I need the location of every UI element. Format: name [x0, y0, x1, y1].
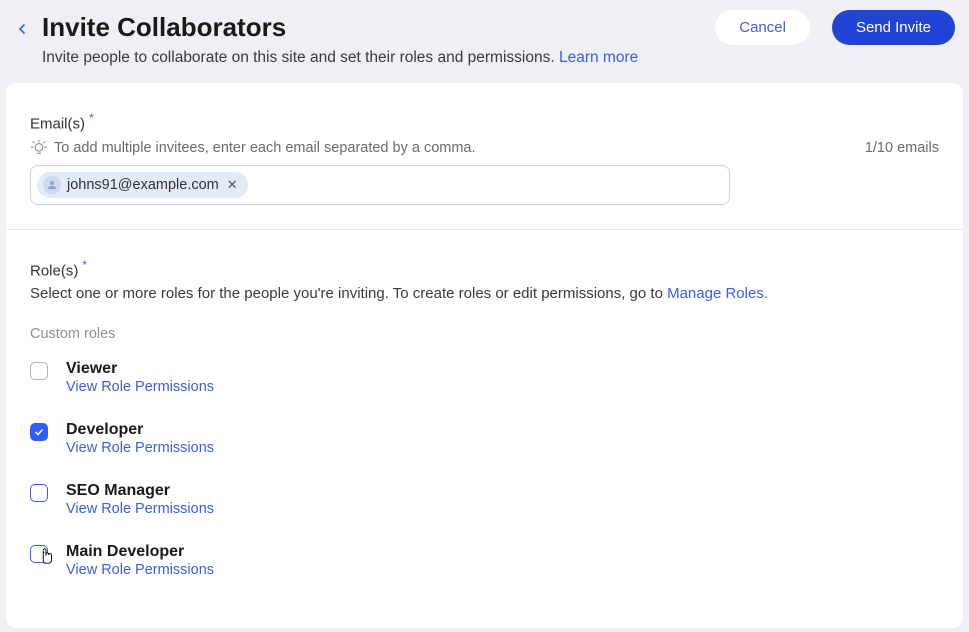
role-name: Main Developer [66, 543, 214, 561]
role-checkbox-developer[interactable] [30, 423, 48, 441]
role-checkbox-viewer[interactable] [30, 362, 48, 380]
manage-roles-link[interactable]: Manage Roles. [667, 285, 768, 302]
role-item-developer: Developer View Role Permissions [30, 421, 939, 456]
role-checkbox-seo-manager[interactable] [30, 484, 48, 502]
cancel-button[interactable]: Cancel [715, 10, 810, 45]
role-name: Developer [66, 421, 214, 439]
emails-counter: 1/10 emails [865, 140, 939, 156]
view-permissions-link[interactable]: View Role Permissions [66, 440, 214, 456]
role-item-seo-manager: SEO Manager View Role Permissions [30, 482, 939, 517]
required-asterisk: * [89, 111, 94, 125]
email-chip: johns91@example.com ✕ [37, 172, 248, 198]
send-invite-button[interactable]: Send Invite [832, 10, 955, 45]
avatar-icon [43, 176, 61, 194]
lightbulb-icon [30, 139, 48, 157]
role-checkbox-main-developer[interactable] [30, 545, 48, 563]
emails-label: Email(s) [30, 115, 85, 132]
page-title: Invite Collaborators [42, 12, 703, 43]
chip-remove-icon[interactable]: ✕ [227, 177, 238, 193]
back-arrow-icon[interactable] [14, 21, 30, 37]
page-subtitle: Invite people to collaborate on this sit… [42, 49, 955, 67]
divider [6, 229, 963, 230]
role-item-main-developer: Main Developer View Role Permissions [30, 543, 939, 578]
required-asterisk: * [82, 258, 87, 272]
roles-description: Select one or more roles for the people … [30, 285, 939, 302]
role-item-viewer: Viewer View Role Permissions [30, 360, 939, 395]
view-permissions-link[interactable]: View Role Permissions [66, 562, 214, 578]
form-panel: Email(s) * To add multiple invitees, ente… [6, 83, 963, 628]
role-name: SEO Manager [66, 482, 214, 500]
emails-section: Email(s) * To add multiple invitees, ente… [30, 111, 939, 205]
role-name: Viewer [66, 360, 214, 378]
view-permissions-link[interactable]: View Role Permissions [66, 501, 214, 517]
learn-more-link[interactable]: Learn more [559, 49, 638, 66]
roles-section: Role(s) * Select one or more roles for th… [30, 258, 939, 577]
roles-label: Role(s) [30, 263, 78, 280]
emails-input[interactable]: johns91@example.com ✕ [30, 165, 730, 205]
chip-email-text: johns91@example.com [67, 177, 219, 193]
custom-roles-label: Custom roles [30, 326, 939, 342]
emails-hint: To add multiple invitees, enter each ema… [54, 140, 476, 156]
view-permissions-link[interactable]: View Role Permissions [66, 379, 214, 395]
